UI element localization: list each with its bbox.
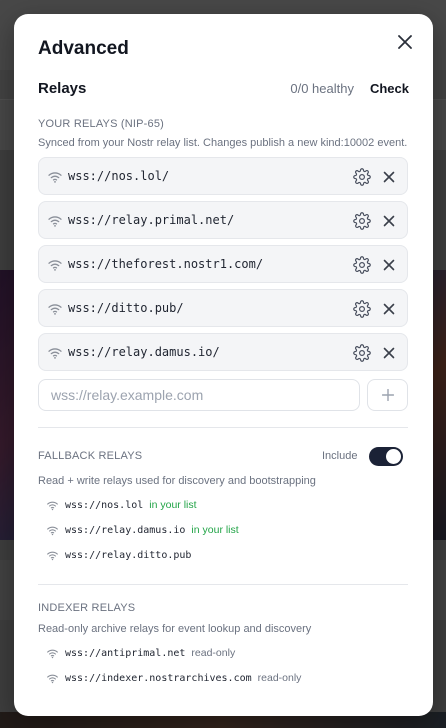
relay-url: wss://ditto.pub/ (68, 301, 184, 315)
wifi-icon (48, 304, 62, 315)
relay-url: wss://nos.lol (65, 499, 144, 511)
relay-url: wss://antiprimal.net (65, 647, 186, 659)
list-item: wss://relay.damus.io in your list (46, 522, 239, 538)
wifi-icon (48, 348, 62, 359)
section-divider (38, 584, 408, 585)
relay-tag: in your list (149, 499, 197, 511)
close-icon[interactable] (381, 257, 397, 273)
relay-tag: read-only (257, 672, 302, 684)
relay-tag: read-only (191, 647, 236, 659)
gear-icon[interactable] (353, 300, 371, 318)
list-item: wss://relay.ditto.pub (46, 547, 191, 563)
close-icon[interactable] (381, 213, 397, 229)
close-button[interactable] (395, 32, 415, 52)
wifi-icon (48, 172, 62, 183)
relay-url: wss://nos.lol/ (68, 169, 170, 183)
list-item: wss://nos.lol in your list (46, 497, 197, 513)
close-icon (398, 35, 412, 49)
health-status: 0/0 healthy (290, 80, 354, 96)
wifi-icon (47, 526, 58, 535)
list-item: wss://indexer.nostrarchives.com read-only (46, 670, 301, 686)
relay-item[interactable]: wss://ditto.pub/ (38, 289, 408, 327)
relay-url: wss://relay.primal.net/ (68, 213, 235, 227)
relays-label: Relays (38, 79, 87, 97)
relay-item[interactable]: wss://relay.damus.io/ (38, 333, 408, 371)
gear-icon[interactable] (353, 168, 371, 186)
close-icon[interactable] (381, 301, 397, 317)
wifi-icon (47, 551, 58, 560)
advanced-modal: Advanced Relays 0/0 healthy Check YOUR R… (14, 14, 433, 716)
relay-url: wss://relay.damus.io (65, 524, 186, 536)
gear-icon[interactable] (353, 256, 371, 274)
your-relays-description: Synced from your Nostr relay list. Chang… (38, 137, 408, 149)
indexer-heading: INDEXER RELAYS (38, 602, 136, 614)
your-relays-heading: YOUR RELAYS (NIP-65) (38, 118, 165, 130)
include-label: Include (322, 450, 358, 462)
wifi-icon (47, 501, 58, 510)
check-button[interactable]: Check (370, 81, 409, 96)
relay-item[interactable]: wss://nos.lol/ (38, 157, 408, 195)
relay-url: wss://theforest.nostr1.com/ (68, 257, 264, 271)
relay-url: wss://indexer.nostrarchives.com (65, 672, 252, 684)
relays-header: Relays 0/0 healthy Check (38, 78, 409, 98)
relay-tag: in your list (191, 524, 239, 536)
modal-title: Advanced (38, 38, 129, 59)
gear-icon[interactable] (353, 344, 371, 362)
fallback-heading: FALLBACK RELAYS (38, 450, 143, 462)
relay-url-input[interactable] (38, 379, 360, 411)
include-toggle[interactable] (369, 447, 403, 466)
relay-item[interactable]: wss://theforest.nostr1.com/ (38, 245, 408, 283)
section-divider (38, 427, 408, 428)
toggle-knob (386, 449, 401, 464)
indexer-description: Read-only archive relays for event looku… (38, 623, 312, 635)
wifi-icon (48, 260, 62, 271)
add-relay-button[interactable] (367, 379, 408, 411)
wifi-icon (47, 674, 58, 683)
wifi-icon (48, 216, 62, 227)
relay-item[interactable]: wss://relay.primal.net/ (38, 201, 408, 239)
wifi-icon (47, 649, 58, 658)
relays-status: 0/0 healthy Check (290, 81, 409, 96)
close-icon[interactable] (381, 169, 397, 185)
list-item: wss://antiprimal.net read-only (46, 645, 235, 661)
gear-icon[interactable] (353, 212, 371, 230)
plus-icon (381, 389, 394, 401)
relay-url: wss://relay.damus.io/ (68, 345, 220, 359)
fallback-description: Read + write relays used for discovery a… (38, 475, 316, 487)
close-icon[interactable] (381, 345, 397, 361)
relay-url: wss://relay.ditto.pub (65, 549, 192, 561)
